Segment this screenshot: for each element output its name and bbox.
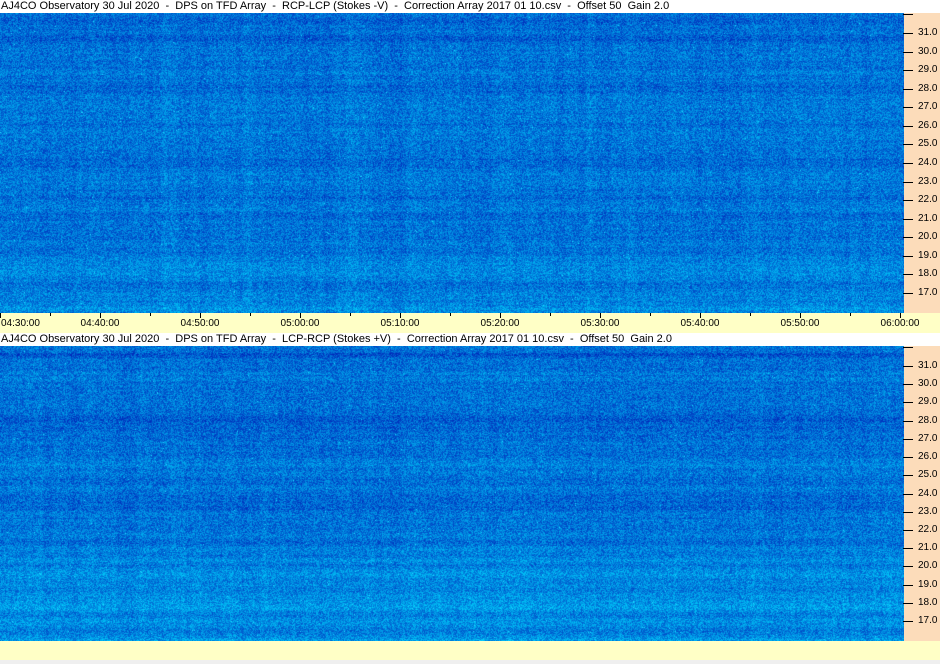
time-tick-minor (250, 313, 251, 316)
frequency-tick (903, 52, 913, 53)
frequency-tick-label: 19.0 (918, 250, 938, 261)
frequency-tick (903, 603, 913, 604)
frequency-tick (903, 457, 913, 458)
frequency-tick-label: 23.0 (918, 176, 938, 187)
time-tick-label: 05:50:00 (780, 318, 820, 329)
frequency-tick (903, 182, 913, 183)
frequency-tick (903, 144, 913, 145)
time-tick-minor (650, 313, 651, 316)
frequency-tick (903, 402, 913, 403)
frequency-tick-label: 21.0 (918, 542, 938, 553)
frequency-tick (903, 89, 913, 90)
frequency-tick (903, 293, 913, 294)
frequency-tick-label: 19.0 (918, 579, 938, 590)
frequency-tick-label: 23.0 (918, 506, 938, 517)
frequency-tick-label: 31.0 (918, 360, 938, 371)
panel1-spectrogram[interactable] (0, 13, 905, 313)
time-tick-label: 04:40:00 (80, 318, 120, 329)
time-tick-minor (50, 313, 51, 316)
frequency-tick-label: 30.0 (918, 46, 938, 57)
frequency-tick (903, 200, 913, 201)
frequency-tick-label: 17.0 (918, 615, 938, 626)
time-tick-label: 04:30:00 (1, 318, 40, 329)
frequency-tick (903, 237, 913, 238)
frequency-tick (903, 475, 913, 476)
frequency-tick-label: 25.0 (918, 469, 938, 480)
time-tick-minor (350, 313, 351, 316)
time-tick-label: 05:10:00 (380, 318, 420, 329)
frequency-tick-label: 21.0 (918, 213, 938, 224)
frequency-tick (903, 14, 913, 15)
frequency-tick (903, 256, 913, 257)
frequency-tick (903, 548, 913, 549)
frequency-tick (903, 163, 913, 164)
frequency-tick-label: 27.0 (918, 101, 938, 112)
time-tick-label: 05:20:00 (480, 318, 520, 329)
frequency-tick-label: 28.0 (918, 415, 938, 426)
frequency-tick-label: 20.0 (918, 560, 938, 571)
panel2-frequency-axis: 31.0 30.0 29.0 28.0 27.0 26.0 25.0 24.0 23.0 22.0… (903, 346, 940, 641)
frequency-tick-label: 24.0 (918, 488, 938, 499)
time-tick-label: 05:40:00 (680, 318, 720, 329)
frequency-tick (903, 512, 913, 513)
time-tick-label: 05:30:00 (580, 318, 620, 329)
spectrograph-window: AJ4CO Observatory 30 Jul 2020 - DPS on T… (0, 0, 940, 664)
time-tick-minor (150, 313, 151, 316)
time-tick-minor (850, 313, 851, 316)
panel1-frequency-axis: 31.0 30.0 29.0 28.0 27.0 26.0 25.0 24.0 23.0 22.0… (903, 13, 940, 313)
frequency-tick-label: 22.0 (918, 194, 938, 205)
frequency-tick-label: 27.0 (918, 433, 938, 444)
frequency-tick (903, 33, 913, 34)
frequency-tick-label: 24.0 (918, 157, 938, 168)
time-tick-label: 04:50:00 (180, 318, 220, 329)
frequency-tick-label: 29.0 (918, 64, 938, 75)
frequency-tick (903, 366, 913, 367)
time-tick-label: 06:00:00 (880, 318, 920, 329)
frequency-tick (903, 530, 913, 531)
time-tick-minor (750, 313, 751, 316)
panel1-title: AJ4CO Observatory 30 Jul 2020 - DPS on T… (0, 0, 940, 13)
frequency-tick (903, 566, 913, 567)
frequency-tick-label: 18.0 (918, 597, 938, 608)
frequency-tick (903, 439, 913, 440)
time-tick-label: 05:00:00 (280, 318, 320, 329)
panel2-spectrogram[interactable] (0, 346, 905, 641)
frequency-tick-label: 18.0 (918, 268, 938, 279)
frequency-tick-label: 31.0 (918, 27, 938, 38)
frequency-tick-label: 25.0 (918, 138, 938, 149)
time-axis: 04:30:00 04:40:00 04:50:00 05:00:00 05:10:00… (0, 313, 940, 333)
frequency-tick (903, 219, 913, 220)
window-bottom-edge (0, 660, 940, 664)
frequency-tick-label: 26.0 (918, 451, 938, 462)
frequency-tick (903, 107, 913, 108)
frequency-tick-label: 30.0 (918, 378, 938, 389)
frequency-tick (903, 585, 913, 586)
frequency-tick-label: 17.0 (918, 287, 938, 298)
frequency-tick (903, 70, 913, 71)
panel2-title: AJ4CO Observatory 30 Jul 2020 - DPS on T… (0, 333, 940, 346)
time-tick-minor (550, 313, 551, 316)
frequency-tick-label: 29.0 (918, 396, 938, 407)
bottom-time-strip (0, 641, 940, 660)
frequency-tick (903, 274, 913, 275)
frequency-tick (903, 384, 913, 385)
frequency-tick (903, 421, 913, 422)
frequency-tick (903, 621, 913, 622)
frequency-tick (903, 494, 913, 495)
time-tick-minor (450, 313, 451, 316)
frequency-tick (903, 347, 913, 348)
frequency-tick-label: 22.0 (918, 524, 938, 535)
frequency-tick-label: 28.0 (918, 83, 938, 94)
frequency-tick-label: 26.0 (918, 120, 938, 131)
frequency-tick-label: 20.0 (918, 231, 938, 242)
frequency-tick (903, 126, 913, 127)
